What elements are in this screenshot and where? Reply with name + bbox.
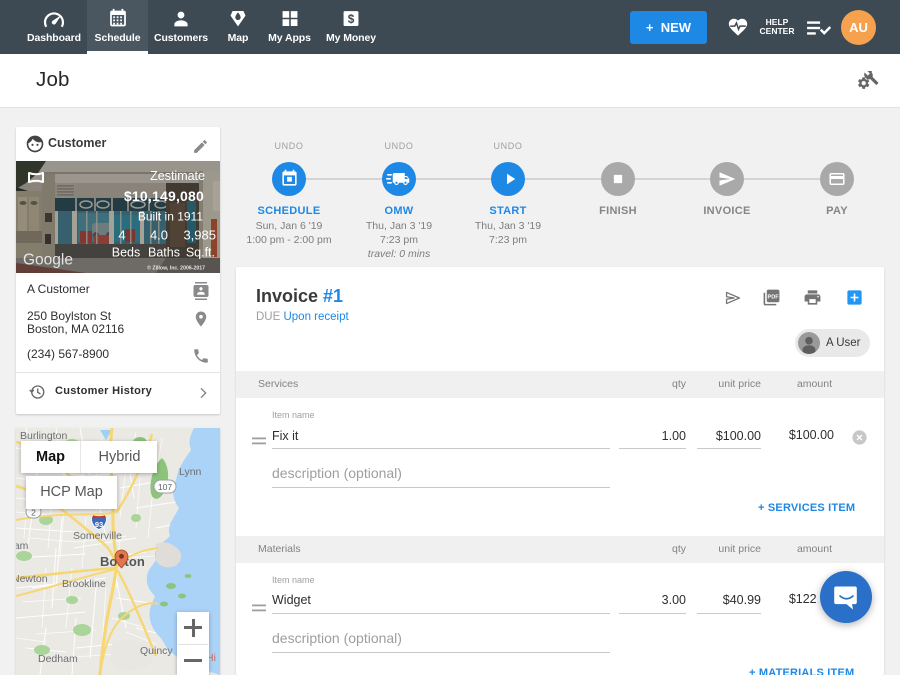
svg-text:107: 107 xyxy=(158,482,172,492)
svg-text:3,985: 3,985 xyxy=(183,228,216,243)
svg-text:Built in 1911: Built in 1911 xyxy=(138,210,203,224)
svg-text:Google: Google xyxy=(23,252,73,269)
svg-text:4: 4 xyxy=(118,228,125,243)
svg-text:Somerville: Somerville xyxy=(73,530,122,542)
svg-text:Baths: Baths xyxy=(148,246,180,260)
svg-text:Lynn: Lynn xyxy=(179,466,202,478)
svg-text:Dedham: Dedham xyxy=(38,653,78,665)
svg-text:$10,149,080: $10,149,080 xyxy=(124,188,204,204)
svg-text:$: $ xyxy=(348,12,355,26)
svg-text:Quincy: Quincy xyxy=(140,645,173,657)
svg-text:PDF: PDF xyxy=(768,294,780,300)
svg-text:93: 93 xyxy=(95,520,103,529)
svg-text:Sq.ft.: Sq.ft. xyxy=(186,246,215,260)
svg-text:Beds: Beds xyxy=(112,246,141,260)
svg-text:ham: ham xyxy=(16,540,29,552)
svg-text:2: 2 xyxy=(31,508,36,518)
svg-text:© Zillow, Inc. 2006-2017: © Zillow, Inc. 2006-2017 xyxy=(147,265,205,272)
svg-text:Brookline: Brookline xyxy=(62,578,106,590)
svg-text:4.0: 4.0 xyxy=(150,228,168,243)
svg-text:Newton: Newton xyxy=(16,573,48,585)
svg-text:Zestimate: Zestimate xyxy=(150,169,205,183)
